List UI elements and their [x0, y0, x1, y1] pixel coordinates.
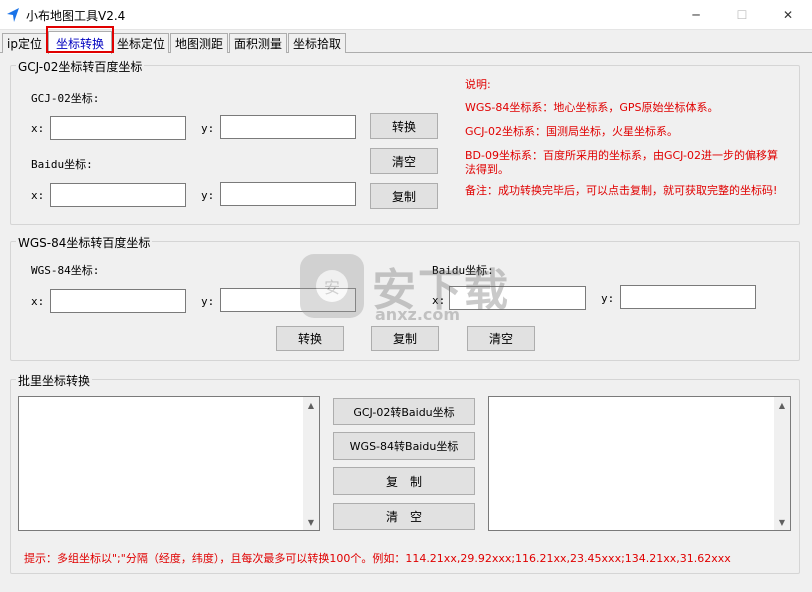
- app-logo-icon: [7, 8, 19, 22]
- gcj-baidu-y-label: y:: [201, 189, 215, 202]
- wgs-baidu-y-input[interactable]: [620, 285, 756, 309]
- wgs-x-input[interactable]: [50, 289, 186, 313]
- watermark-logo-icon: 安: [300, 254, 364, 318]
- wgs-copy-button[interactable]: 复制: [371, 326, 439, 351]
- notes-remark: 备注：成功转换完毕后，可以点击复制，就可获取完整的坐标码!: [465, 184, 778, 197]
- minimize-icon: ─: [692, 8, 700, 22]
- minimize-button[interactable]: ─: [673, 0, 719, 30]
- window-title: 小布地图工具V2.4: [26, 9, 126, 23]
- tab-ip-location[interactable]: ip定位: [2, 33, 47, 53]
- scroll-up-icon[interactable]: ▲: [774, 397, 790, 413]
- title-bar: 小布地图工具V2.4 ─ ☐ ✕: [0, 0, 812, 30]
- batch-clear-button[interactable]: 清 空: [333, 503, 475, 530]
- gcj-y-input[interactable]: [220, 115, 356, 139]
- scroll-down-icon[interactable]: ▼: [774, 514, 790, 530]
- wgs-y-label: y:: [201, 295, 215, 308]
- tab-map-distance[interactable]: 地图测距: [170, 33, 228, 53]
- gcj-convert-button[interactable]: 转换: [370, 113, 438, 139]
- batch-output-textarea[interactable]: ▲ ▼: [488, 396, 791, 531]
- close-button[interactable]: ✕: [765, 0, 811, 30]
- tab-area-measure[interactable]: 面积测量: [229, 33, 287, 53]
- wgs-coord-label: WGS-84坐标:: [31, 264, 100, 277]
- batch-wgs-to-baidu-button[interactable]: WGS-84转Baidu坐标: [333, 432, 475, 460]
- gcj-baidu-label: Baidu坐标:: [31, 158, 93, 171]
- maximize-button[interactable]: ☐: [719, 0, 765, 30]
- gcj-x-input[interactable]: [50, 116, 186, 140]
- wgs-baidu-y-label: y:: [601, 292, 615, 305]
- active-tab-highlight: [46, 26, 114, 53]
- scroll-down-icon[interactable]: ▼: [303, 514, 319, 530]
- gcj-clear-button[interactable]: 清空: [370, 148, 438, 174]
- gcj-x-label: x:: [31, 122, 45, 135]
- wgs-x-label: x:: [31, 295, 45, 308]
- notes-wgs84: WGS-84坐标系：地心坐标系，GPS原始坐标体系。: [465, 101, 719, 114]
- batch-gcj-to-baidu-button[interactable]: GCJ-02转Baidu坐标: [333, 398, 475, 425]
- notes-title: 说明:: [465, 78, 491, 91]
- notes-gcj02: GCJ-02坐标系：国测局坐标，火星坐标系。: [465, 125, 679, 138]
- watermark-badge: 安: [316, 270, 348, 302]
- gcj-baidu-x-input[interactable]: [50, 183, 186, 207]
- batch-input-scrollbar[interactable]: ▲ ▼: [303, 397, 319, 530]
- batch-copy-button[interactable]: 复 制: [333, 467, 475, 495]
- batch-group-title: 批里坐标转换: [16, 372, 93, 389]
- gcj-baidu-y-input[interactable]: [220, 182, 356, 206]
- gcj-baidu-x-label: x:: [31, 189, 45, 202]
- gcj-y-label: y:: [201, 122, 215, 135]
- gcj-group-title: GCJ-02坐标转百度坐标: [16, 58, 145, 75]
- batch-input-textarea[interactable]: ▲ ▼: [18, 396, 320, 531]
- batch-hint: 提示：多组坐标以";"分隔（经度，纬度），且每次最多可以转换100个。例如：11…: [24, 552, 731, 565]
- gcj-coord-label: GCJ-02坐标:: [31, 92, 100, 105]
- close-icon: ✕: [782, 8, 794, 22]
- scroll-up-icon[interactable]: ▲: [303, 397, 319, 413]
- tab-coordinate-pick[interactable]: 坐标拾取: [288, 33, 346, 53]
- watermark-url: anxz.com: [375, 305, 461, 324]
- wgs-clear-button[interactable]: 清空: [467, 326, 535, 351]
- tab-coordinate-locate[interactable]: 坐标定位: [113, 33, 169, 53]
- batch-output-scrollbar[interactable]: ▲ ▼: [774, 397, 790, 530]
- maximize-icon: ☐: [736, 8, 748, 22]
- gcj-copy-button[interactable]: 复制: [370, 183, 438, 209]
- wgs-group-title: WGS-84坐标转百度坐标: [16, 234, 153, 251]
- notes-bd09: BD-09坐标系：百度所采用的坐标系，由GCJ-02进一步的偏移算法得到。: [465, 149, 779, 176]
- wgs-convert-button[interactable]: 转换: [276, 326, 344, 351]
